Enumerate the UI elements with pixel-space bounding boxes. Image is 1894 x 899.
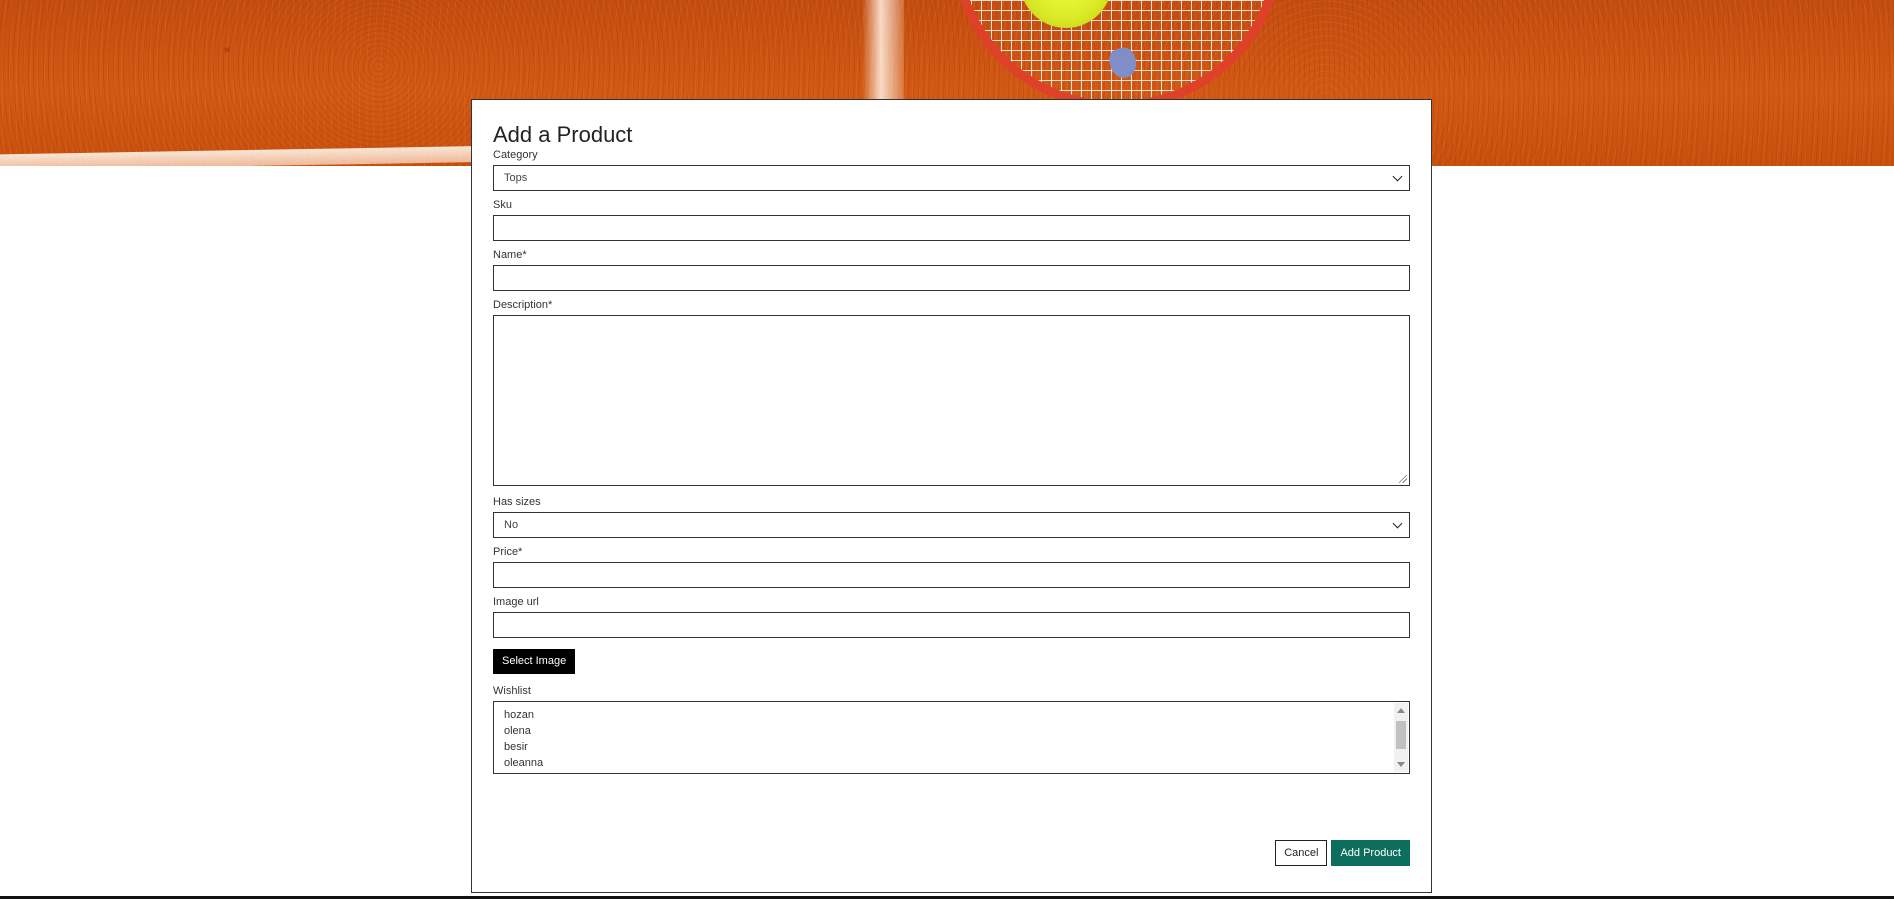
scroll-down-arrow-icon[interactable]: [1397, 762, 1405, 767]
price-input[interactable]: [493, 562, 1410, 588]
wishlist-label: Wishlist: [493, 685, 531, 697]
description-label: Description*: [493, 299, 553, 311]
add-product-form: Add a Product Category Tops Sku Name* De…: [471, 99, 1432, 893]
wishlist-option[interactable]: hozan: [504, 707, 1399, 723]
court-line-vertical: [862, 0, 904, 100]
image-url-label: Image url: [493, 596, 539, 608]
sku-label: Sku: [493, 199, 512, 211]
form-actions: Cancel Add Product: [1275, 840, 1410, 866]
add-product-button[interactable]: Add Product: [1331, 840, 1410, 866]
cancel-button[interactable]: Cancel: [1275, 840, 1328, 866]
name-label: Name*: [493, 249, 527, 261]
has-sizes-value: No: [504, 519, 519, 531]
category-value: Tops: [504, 172, 528, 184]
description-textarea[interactable]: [493, 315, 1410, 486]
has-sizes-select[interactable]: No: [493, 512, 1410, 538]
wishlist-option[interactable]: oleanna: [504, 755, 1399, 771]
sku-input[interactable]: [493, 215, 1410, 241]
category-label: Category: [493, 149, 538, 161]
page-title: Add a Product: [493, 122, 633, 147]
has-sizes-label: Has sizes: [493, 496, 541, 508]
court-line: [0, 145, 500, 166]
chevron-down-icon: [1392, 518, 1403, 529]
wishlist-listbox[interactable]: hozan olena besir oleanna: [493, 701, 1410, 774]
resize-grip-icon[interactable]: [1399, 475, 1407, 483]
name-input[interactable]: [493, 265, 1410, 291]
image-url-input[interactable]: [493, 612, 1410, 638]
wishlist-option[interactable]: olena: [504, 723, 1399, 739]
category-select[interactable]: Tops: [493, 165, 1410, 191]
wishlist-option[interactable]: besir: [504, 739, 1399, 755]
scroll-thumb[interactable]: [1396, 721, 1406, 749]
chevron-down-icon: [1392, 171, 1403, 182]
select-image-button[interactable]: Select Image: [493, 649, 576, 674]
price-label: Price*: [493, 546, 523, 558]
wishlist-scrollbar[interactable]: [1394, 703, 1408, 772]
scroll-up-arrow-icon[interactable]: [1397, 708, 1405, 713]
